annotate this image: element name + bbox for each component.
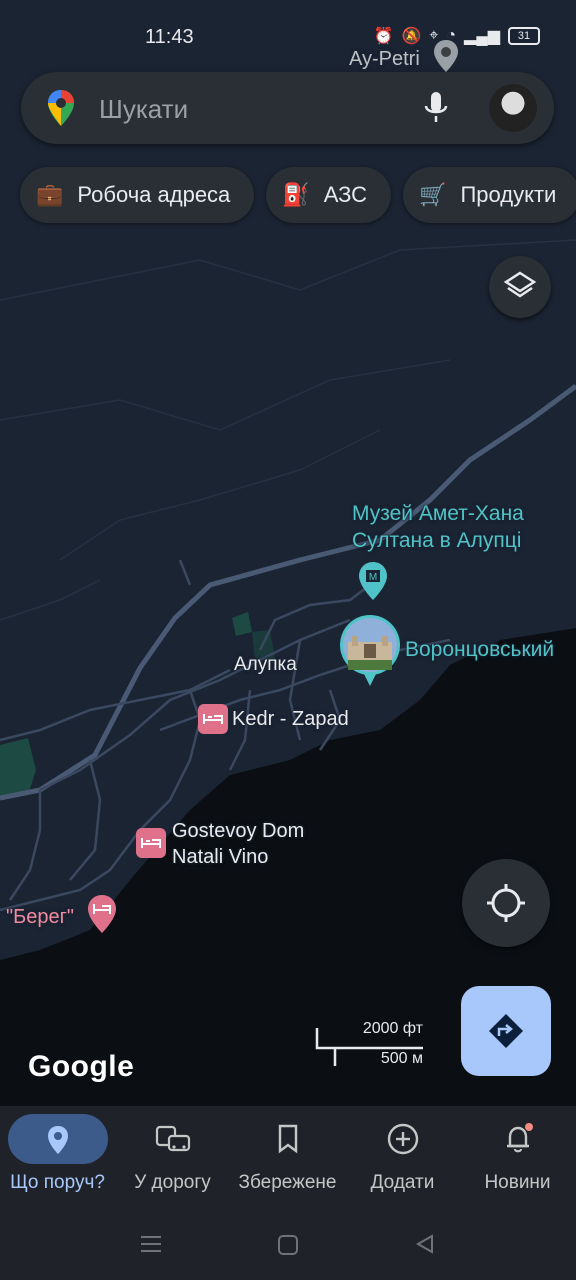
bottom-navigation: Що поруч? У дорогу Збережене Додати Нови…	[0, 1106, 576, 1206]
nav-icon-box	[238, 1114, 338, 1164]
scale-feet: 2000 фт	[362, 1020, 423, 1037]
briefcase-icon: 💼	[36, 182, 64, 207]
status-time: 11:43	[145, 26, 194, 48]
alarm-icon: ⏰	[373, 28, 394, 45]
hotel-icon[interactable]	[136, 828, 166, 858]
chip-label: Продукти	[460, 182, 557, 207]
mic-icon[interactable]	[421, 90, 451, 126]
nav-label: Новини	[484, 1172, 551, 1193]
status-bar: 11:43 ⏰ 🔕 ⌖ ◔ ▂▄▆ 31	[0, 0, 576, 70]
map-label-vorontsov[interactable]: Воронцовський	[405, 638, 554, 662]
svg-text:M: M	[369, 572, 377, 583]
signal-icon: ▂▄▆	[464, 28, 500, 45]
nav-label: У дорогу	[134, 1172, 211, 1193]
scale-meters: 500 м	[380, 1050, 423, 1067]
map-scale: 2000 фт 500 м	[315, 1020, 425, 1067]
google-maps-logo-icon	[48, 90, 74, 126]
nav-label: Додати	[370, 1172, 435, 1193]
pin-icon	[47, 1126, 68, 1154]
home-icon[interactable]	[277, 1234, 299, 1256]
crosshair-icon	[487, 884, 525, 922]
map-label-ay-petri[interactable]: Ay-Petri	[349, 48, 420, 71]
directions-button[interactable]	[461, 986, 551, 1076]
search-input[interactable]: Шукати	[99, 94, 188, 125]
commute-icon	[155, 1125, 190, 1152]
directions-icon	[489, 1014, 523, 1048]
hotel-pin-icon[interactable]	[86, 893, 118, 935]
chip-work-address[interactable]: 💼 Робоча адреса	[20, 167, 255, 223]
bookmark-icon	[278, 1124, 297, 1154]
nav-updates[interactable]: Новини	[460, 1106, 575, 1206]
nav-explore-highlight	[7, 1114, 108, 1164]
map-label-museum-line2[interactable]: Султана в Алупці	[352, 529, 521, 553]
nav-label: Що поруч?	[10, 1172, 105, 1193]
chip-groceries[interactable]: 🛒 Продукти	[403, 167, 576, 223]
back-icon[interactable]	[414, 1233, 436, 1255]
nav-explore[interactable]: Що поруч?	[0, 1106, 115, 1206]
google-attribution: Google	[28, 1050, 135, 1083]
nav-label: Збережене	[238, 1172, 337, 1193]
system-navigation-bar	[0, 1206, 576, 1280]
map-label-gostevoy-line2[interactable]: Natali Vino	[172, 846, 268, 869]
layers-icon	[503, 271, 537, 298]
bell-icon	[506, 1123, 533, 1153]
map-label-gostevoy-line1[interactable]: Gostevoy Dom	[172, 820, 304, 843]
my-location-button[interactable]	[462, 859, 550, 947]
hotel-icon[interactable]	[198, 704, 228, 734]
ay-petri-pin-icon[interactable]	[432, 38, 460, 74]
vorontsov-palace-photo-pin-icon[interactable]	[338, 614, 402, 688]
layers-button[interactable]	[489, 256, 551, 318]
nav-saved[interactable]: Збережене	[230, 1106, 345, 1206]
chip-gas-stations[interactable]: ⛽ АЗС	[266, 167, 392, 223]
category-chips: 💼 Робоча адреса ⛽ АЗС 🛒 Продукти	[20, 167, 576, 223]
museum-pin-icon[interactable]: M	[357, 560, 389, 602]
chip-label: АЗС	[323, 182, 368, 207]
search-bar[interactable]: Шукати	[21, 72, 554, 144]
cart-icon: 🛒	[419, 182, 447, 207]
mute-icon: 🔕	[401, 28, 422, 45]
account-avatar[interactable]	[489, 84, 537, 132]
map-label-alupka[interactable]: Алупка	[234, 654, 297, 676]
nav-icon-box	[468, 1114, 568, 1164]
nav-commute[interactable]: У дорогу	[115, 1106, 230, 1206]
map-label-kedr[interactable]: Kedr - Zapad	[232, 708, 349, 731]
nav-contribute[interactable]: Додати	[345, 1106, 460, 1206]
add-circle-icon	[387, 1123, 418, 1155]
recent-apps-icon[interactable]	[140, 1234, 162, 1254]
nav-icon-box	[353, 1114, 453, 1164]
chip-label: Робоча адреса	[77, 182, 231, 207]
nav-icon-box	[123, 1114, 223, 1164]
fuel-icon: ⛽	[282, 182, 310, 207]
map-label-bereg[interactable]: "Берег"	[6, 906, 74, 929]
battery-icon: 31	[508, 27, 540, 45]
map-label-museum-line1[interactable]: Музей Амет-Хана	[352, 502, 524, 526]
